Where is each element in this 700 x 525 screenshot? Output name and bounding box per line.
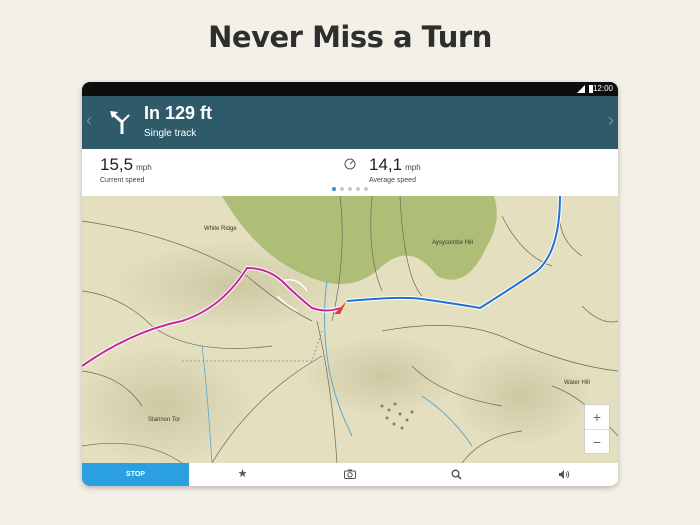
- current-speed-label: Current speed: [100, 177, 145, 184]
- previous-instruction-icon[interactable]: ‹: [86, 110, 92, 131]
- star-icon[interactable]: ★: [189, 463, 296, 486]
- page-dot: [364, 187, 368, 191]
- page-dot: [356, 187, 360, 191]
- map-label: Water Hill: [564, 380, 590, 386]
- next-instruction-icon[interactable]: ›: [608, 110, 614, 131]
- phone-screen: 12:00 ‹ In 129 ft Single track › 15,5 mph…: [82, 82, 618, 486]
- search-icon[interactable]: [403, 463, 510, 486]
- zoom-control[interactable]: + −: [584, 404, 610, 454]
- camera-icon[interactable]: [296, 463, 403, 486]
- page-headline: Never Miss a Turn: [208, 20, 492, 54]
- zoom-in-button[interactable]: +: [585, 405, 609, 430]
- navigation-banner[interactable]: ‹ In 129 ft Single track ›: [82, 96, 618, 149]
- signal-icon: [577, 85, 585, 93]
- page-dot: [348, 187, 352, 191]
- zoom-out-button[interactable]: −: [585, 430, 609, 454]
- page-dot: [340, 187, 344, 191]
- page-indicator: [82, 187, 618, 191]
- average-speed-value: 14,1 mph: [369, 155, 421, 174]
- map-label: White Ridge: [204, 226, 237, 232]
- status-bar: 12:00: [82, 82, 618, 96]
- map-label: Stannon Tor: [148, 417, 181, 423]
- turn-distance: In 129 ft: [144, 103, 213, 123]
- stats-panel[interactable]: 15,5 mph Current speed 14,1 mph Average sp…: [82, 149, 618, 196]
- current-speed-value: 15,5 mph: [100, 155, 152, 174]
- bottom-toolbar: STOP ★: [82, 463, 618, 486]
- stop-button[interactable]: STOP: [82, 463, 189, 486]
- gauge-icon: [344, 158, 356, 170]
- average-speed-label: Average speed: [369, 177, 416, 184]
- road-name: Single track: [144, 128, 197, 139]
- status-time: 12:00: [592, 84, 613, 93]
- map-view[interactable]: White Ridge Aysycombe Hill Water Hill St…: [82, 195, 618, 466]
- map-label: Aysycombe Hill: [432, 240, 473, 246]
- page-dot: [332, 187, 336, 191]
- volume-icon[interactable]: [510, 463, 617, 486]
- turn-left-icon: [110, 111, 130, 134]
